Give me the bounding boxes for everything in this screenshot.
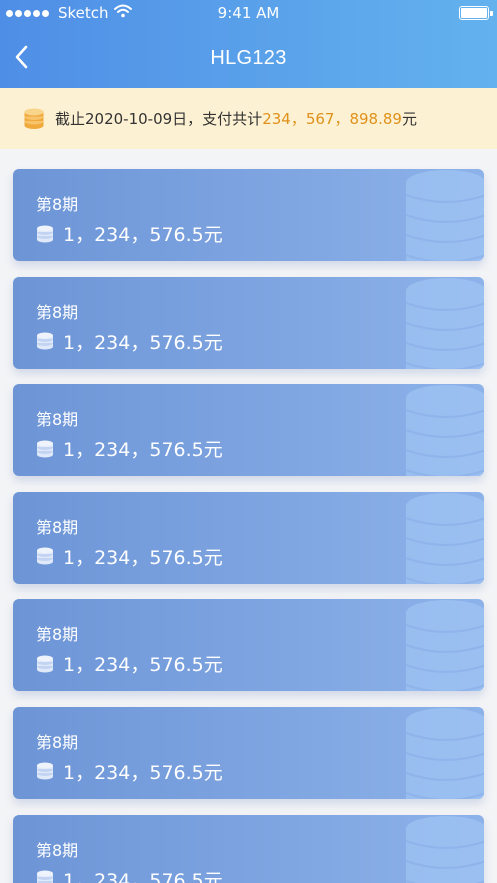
coin-stack-decoration-icon <box>405 600 484 692</box>
coin-stack-decoration-icon <box>405 277 484 369</box>
record-amount: 1，234，576.5元 <box>63 869 223 883</box>
status-bar: Sketch 9:41 AM <box>0 0 497 28</box>
coin-stack-decoration-icon <box>405 707 484 799</box>
amount-row: 1，234，576.5元 <box>35 543 223 570</box>
coin-stack-icon <box>24 108 44 129</box>
coin-stack-icon <box>37 440 53 458</box>
page-title: HLG123 <box>210 47 287 69</box>
amount-row: 1，234，576.5元 <box>35 866 223 883</box>
period-label: 第8期 <box>36 625 79 645</box>
payment-record-card[interactable]: 第8期 1，234，576.5元 <box>13 491 484 584</box>
coin-stack-decoration-icon <box>405 385 484 477</box>
status-time: 9:41 AM <box>217 4 280 22</box>
summary-amount: 234，567，898.89 <box>262 110 402 128</box>
coin-stack-icon <box>37 332 53 350</box>
record-amount: 1，234，576.5元 <box>63 761 223 784</box>
summary-suffix: 元 <box>401 110 417 128</box>
coin-stack-icon <box>37 225 53 242</box>
payment-record-card[interactable]: 第8期 1，234，576.5元 <box>13 384 484 477</box>
coin-stack-icon <box>37 547 53 565</box>
record-amount: 1，234，576.5元 <box>63 331 223 354</box>
amount-row: 1，234，576.5元 <box>35 650 223 677</box>
period-label: 第8期 <box>36 732 79 752</box>
coin-stack-decoration-icon <box>405 815 484 883</box>
period-label: 第8期 <box>36 517 79 537</box>
coin-stack-decoration-icon <box>405 492 484 584</box>
payment-list: 第8期 1，234，576.5元 第8期 1，234，576.5元 第8期 1，… <box>13 169 484 883</box>
period-label: 第8期 <box>36 410 79 430</box>
summary-prefix: 截止2020-10-09日，支付共计 <box>55 110 263 128</box>
coin-stack-icon <box>37 762 53 780</box>
payment-record-card[interactable]: 第8期 1，234，576.5元 <box>13 706 484 799</box>
payment-record-card[interactable]: 第8期 1，234，576.5元 <box>13 599 484 692</box>
coin-stack-decoration-icon <box>405 170 484 261</box>
record-amount: 1，234，576.5元 <box>63 439 223 462</box>
payment-record-card[interactable]: 第8期 1，234，576.5元 <box>13 169 484 261</box>
record-amount: 1，234，576.5元 <box>63 654 223 677</box>
record-amount: 1，234，576.5元 <box>63 224 223 246</box>
payment-record-card[interactable]: 第8期 1，234，576.5元 <box>13 814 484 883</box>
record-amount: 1，234，576.5元 <box>63 546 223 569</box>
amount-row: 1，234，576.5元 <box>35 435 223 462</box>
period-label: 第8期 <box>36 840 79 860</box>
period-label: 第8期 <box>36 302 79 322</box>
coin-stack-icon <box>37 655 53 673</box>
amount-row: 1，234，576.5元 <box>35 328 223 355</box>
amount-row: 1，234，576.5元 <box>35 220 223 247</box>
amount-row: 1，234，576.5元 <box>35 758 223 785</box>
nav-header: Sketch 9:41 AM HLG123 <box>0 0 497 88</box>
payment-summary-banner: 截止2020-10-09日，支付共计 234，567，898.89 元 <box>0 88 497 149</box>
coin-stack-icon <box>37 870 53 883</box>
battery-icon <box>459 6 493 20</box>
period-label: 第8期 <box>36 195 79 214</box>
payment-record-card[interactable]: 第8期 1，234，576.5元 <box>13 276 484 369</box>
